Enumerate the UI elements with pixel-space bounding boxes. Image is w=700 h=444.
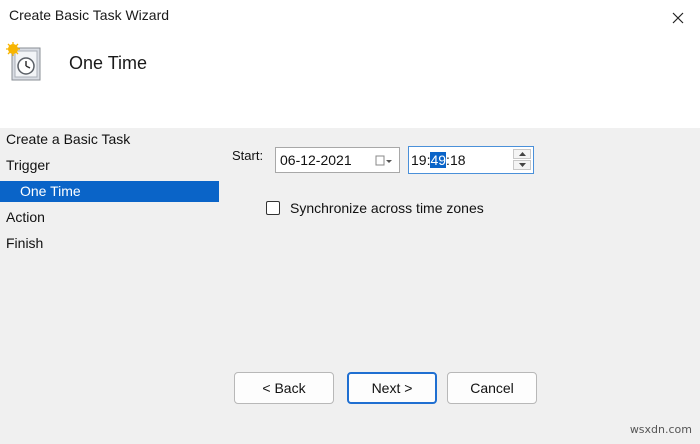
sync-timezones-checkbox[interactable] [266, 201, 280, 215]
start-label: Start: [232, 148, 264, 163]
time-down-button[interactable] [513, 160, 531, 170]
nav-item-create-basic-task[interactable]: Create a Basic Task [0, 128, 220, 154]
window-title: Create Basic Task Wizard [9, 7, 170, 23]
nav-item-trigger[interactable]: Trigger [0, 154, 220, 180]
title-bar: Create Basic Task Wizard [0, 0, 700, 36]
arrow-up-icon [518, 152, 526, 156]
back-button[interactable]: < Back [234, 372, 334, 404]
next-button[interactable]: Next > [347, 372, 437, 404]
nav-item-finish[interactable]: Finish [0, 232, 220, 258]
wizard-header: One Time [0, 36, 700, 128]
arrow-down-icon [518, 163, 526, 167]
close-icon [672, 12, 684, 24]
sync-timezones-row[interactable]: Synchronize across time zones [266, 200, 484, 216]
close-button[interactable] [656, 0, 700, 36]
wizard-content: Create a Basic Task Trigger One Time Act… [0, 128, 700, 444]
time-spinner[interactable] [513, 149, 531, 171]
wizard-nav: Create a Basic Task Trigger One Time Act… [0, 128, 220, 258]
start-date-value: 06-12-2021 [280, 152, 352, 168]
cancel-button[interactable]: Cancel [447, 372, 537, 404]
start-date-picker[interactable]: 06-12-2021 [275, 147, 400, 173]
page-title: One Time [69, 53, 148, 73]
calendar-dropdown-icon[interactable] [375, 155, 393, 167]
time-minute-selected[interactable]: 49 [430, 152, 447, 168]
nav-item-action[interactable]: Action [0, 206, 220, 232]
start-time-field[interactable]: 19:49:18 [408, 146, 534, 174]
scheduled-task-clock-icon [6, 42, 41, 81]
time-up-button[interactable] [513, 149, 531, 159]
watermark: wsxdn.com [629, 423, 692, 436]
time-hour: 19 [411, 152, 427, 168]
nav-item-one-time[interactable]: One Time [0, 181, 219, 202]
sync-timezones-label[interactable]: Synchronize across time zones [290, 200, 484, 216]
time-second: 18 [449, 152, 466, 168]
